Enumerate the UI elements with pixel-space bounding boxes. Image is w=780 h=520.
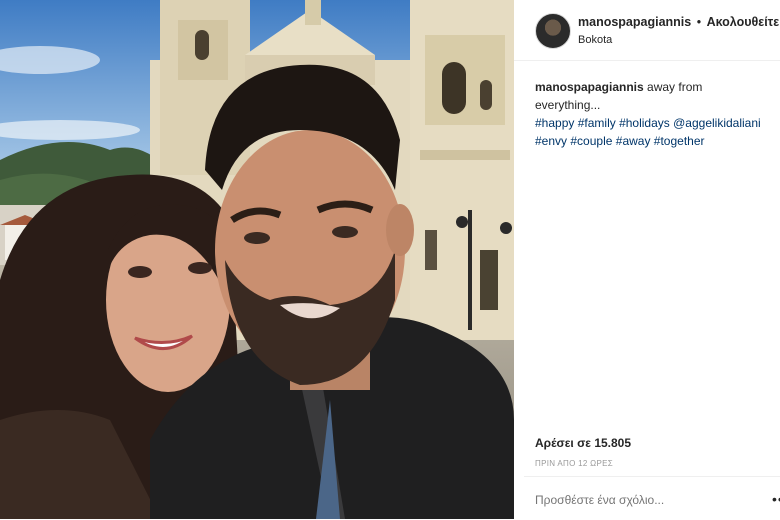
separator-dot: •	[696, 15, 702, 29]
username-link[interactable]: manospapagiannis	[578, 15, 691, 29]
following-button[interactable]: Ακολουθείτε	[707, 15, 780, 29]
mention-link[interactable]: @aggelikidaliani	[673, 116, 761, 130]
avatar[interactable]	[535, 13, 571, 49]
likes-count[interactable]: Αρέσει σε 15.805	[535, 436, 631, 450]
comment-bar: •••	[524, 476, 780, 520]
hashtag-link[interactable]: #envy	[535, 134, 567, 148]
post-header: manospapagiannis • Ακολουθείτε Bokota	[514, 0, 780, 61]
hashtag-link[interactable]: #happy	[535, 116, 574, 130]
more-options-icon[interactable]: •••	[772, 491, 780, 507]
location-link[interactable]: Bokota	[578, 34, 612, 46]
caption-username[interactable]: manospapagiannis	[535, 80, 644, 94]
comment-input[interactable]	[535, 493, 735, 507]
hashtag-link[interactable]: #together	[654, 134, 705, 148]
selfie-photo-illustration	[0, 0, 514, 519]
hashtag-link[interactable]: #away	[616, 134, 651, 148]
header-user-line: manospapagiannis • Ακολουθείτε	[578, 15, 779, 29]
post-timestamp[interactable]: ΠΡΙΝ ΑΠΟ 12 ΩΡΕΣ	[535, 459, 613, 468]
post-caption: manospapagiannis away from everything...…	[535, 78, 771, 150]
post-photo[interactable]	[0, 0, 514, 519]
hashtag-link[interactable]: #couple	[570, 134, 612, 148]
hashtag-link[interactable]: #family	[578, 116, 616, 130]
post-sidebar: manospapagiannis • Ακολουθείτε Bokota ma…	[514, 0, 780, 519]
hashtag-link[interactable]: #holidays	[619, 116, 670, 130]
